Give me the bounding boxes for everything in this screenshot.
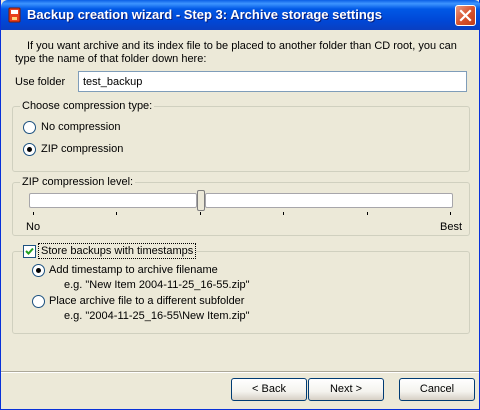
zip-compression-radio[interactable] [23, 143, 36, 156]
slider-tick [33, 212, 34, 215]
slider-tick [367, 212, 368, 215]
folder-input[interactable] [78, 71, 467, 92]
slider-tick [116, 212, 117, 215]
compression-level-legend: ZIP compression level: [20, 176, 136, 188]
no-compression-label[interactable]: No compression [41, 121, 120, 133]
intro-line-2: type the name of that folder down here: [15, 53, 207, 65]
timestamp-filename-label[interactable]: Add timestamp to archive filename [49, 264, 218, 276]
slider-max-label: Best [440, 221, 463, 233]
close-button[interactable] [455, 5, 476, 26]
subfolder-radio[interactable] [32, 295, 45, 308]
window-title: Backup creation wizard - Step 3: Archive… [27, 7, 382, 22]
timestamps-checkbox-label[interactable]: Store backups with timestamps [38, 243, 197, 259]
next-button[interactable]: Next > [308, 378, 384, 401]
slider-track-left[interactable] [29, 193, 197, 208]
subfolder-example: e.g. "2004-11-25_16-55\New Item.zip" [64, 310, 250, 322]
title-bar[interactable]: Backup creation wizard - Step 3: Archive… [1, 0, 480, 30]
no-compression-radio[interactable] [23, 121, 36, 134]
compression-level-slider-thumb[interactable] [197, 190, 205, 211]
slider-tick [283, 212, 284, 215]
app-icon [7, 7, 23, 23]
intro-line-1: If you want archive and its index file t… [27, 40, 457, 52]
timestamp-filename-radio[interactable] [32, 264, 45, 277]
cancel-button[interactable]: Cancel [399, 378, 475, 401]
button-separator [1, 371, 479, 373]
slider-tick [200, 212, 201, 215]
close-icon [459, 9, 472, 22]
intro-text: If you want archive and its index file t… [15, 40, 470, 66]
timestamps-checkbox[interactable] [23, 245, 36, 258]
compression-type-group [12, 106, 470, 172]
wizard-window: Backup creation wizard - Step 3: Archive… [0, 0, 480, 410]
slider-track-right[interactable] [205, 193, 453, 208]
compression-level-group [12, 182, 470, 236]
compression-type-legend: Choose compression type: [20, 100, 155, 112]
checkmark-icon [25, 247, 34, 255]
timestamp-filename-example: e.g. "New Item 2004-11-25_16-55.zip" [64, 279, 250, 291]
zip-compression-label[interactable]: ZIP compression [41, 143, 123, 155]
slider-min-label: No [26, 221, 41, 233]
subfolder-label[interactable]: Place archive file to a different subfol… [49, 295, 244, 307]
use-folder-label: Use folder [15, 76, 66, 88]
slider-tick [450, 212, 451, 215]
back-button[interactable]: < Back [231, 378, 307, 401]
